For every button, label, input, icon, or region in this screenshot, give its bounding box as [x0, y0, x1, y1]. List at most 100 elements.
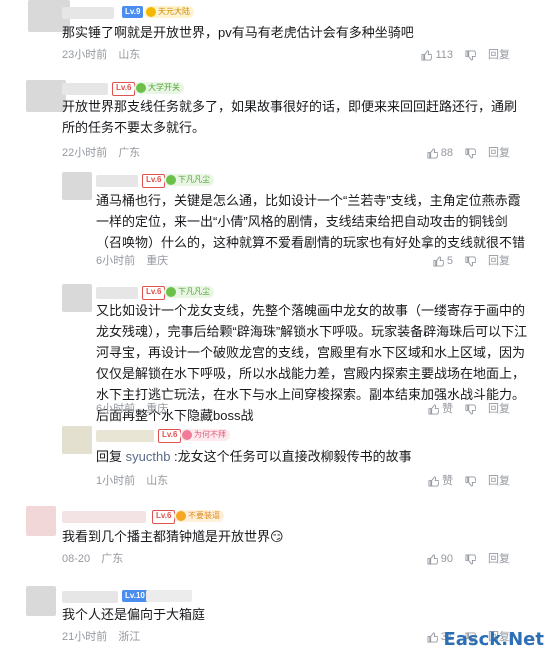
medal-icon [166, 175, 176, 185]
reply-button[interactable]: 回复 [488, 402, 510, 416]
username[interactable] [96, 430, 154, 442]
reply-button[interactable]: 回复 [488, 474, 510, 488]
smirk-emoji-icon: 😏 [270, 529, 284, 544]
thumb-up-icon [427, 147, 438, 159]
thumb-up-icon [433, 255, 444, 267]
thumb-up-icon [427, 631, 438, 643]
username[interactable] [62, 7, 114, 19]
dislike-button[interactable] [465, 146, 476, 160]
level-badge: Lv.6 [112, 82, 136, 96]
username[interactable] [62, 511, 146, 523]
thumb-down-icon [465, 49, 476, 61]
comment-meta: 21小时前 浙江 [62, 630, 148, 644]
like-button[interactable]: 90 [427, 552, 453, 566]
reply-button[interactable]: 回复 [488, 146, 510, 160]
fan-medal: 天元大陆 [144, 6, 194, 18]
comment-actions: 赞 回复 [428, 402, 510, 416]
comment-location: 山东 [118, 49, 141, 61]
fan-medal: 下凡凡尘 [164, 286, 214, 298]
medal-icon [182, 430, 192, 440]
comment-time: 6小时前 [96, 255, 136, 267]
dislike-button[interactable] [465, 48, 476, 62]
comment-1: Lv.9 天元大陆 那实锤了啊就是开放世界，pv有马有老虎估计会有多种坐骑吧 2… [0, 0, 550, 64]
comment-actions: 113 回复 [421, 48, 510, 62]
username[interactable] [96, 175, 138, 187]
comment-text: 回复 syucthb :龙女这个任务可以直接改柳毅传书的故事 [96, 446, 526, 467]
reply-prefix: 回复 [96, 449, 126, 464]
like-button[interactable]: 5 [433, 254, 453, 268]
thumb-down-icon [465, 147, 476, 159]
reply-2: Lv.6 下凡凡尘 又比如设计一个龙女支线，先整个落魄画中龙女的故事（一缕寄存于… [0, 282, 550, 423]
comment-text: 我看到几个播主都猜钟馗是开放世界😏 [62, 529, 284, 544]
username[interactable] [62, 591, 118, 603]
comment-2: Lv.6 大学开关 开放世界那支线任务就多了，如果故事很好的话，即便来来回回赶路… [0, 78, 550, 168]
comment-meta: 6小时前 重庆 [96, 402, 176, 416]
username[interactable] [62, 83, 108, 95]
comment-location: 广东 [118, 147, 141, 159]
reply-to-user-link[interactable]: syucthb [126, 449, 171, 464]
medal-icon [166, 287, 176, 297]
medal-icon [176, 511, 186, 521]
thumb-down-icon [465, 255, 476, 267]
reply-button[interactable]: 回复 [488, 48, 510, 62]
dislike-button[interactable] [465, 552, 476, 566]
fan-medal: 大学开关 [134, 82, 184, 94]
comment-text: 通马桶也行，关键是怎么通，比如设计一个“兰若寺”支线，主角定位燕赤霞一样的定位，… [96, 193, 526, 250]
comment-meta: 23小时前 山东 [62, 48, 148, 62]
comment-time: 21小时前 [62, 631, 108, 643]
reply-button[interactable]: 回复 [488, 552, 510, 566]
reply-button[interactable]: 回复 [488, 254, 510, 268]
level-badge: Lv.10 [122, 590, 148, 602]
thumb-down-icon [465, 475, 476, 487]
like-button[interactable]: 88 [427, 146, 453, 160]
dislike-button[interactable] [465, 254, 476, 268]
medal-icon [136, 83, 146, 93]
comment-actions: 5 回复 [433, 254, 510, 268]
comment-meta: 08-20 广东 [62, 552, 131, 566]
avatar[interactable] [62, 284, 92, 312]
medal-icon [146, 7, 156, 17]
comment-actions: 88 回复 [427, 146, 510, 160]
dislike-button[interactable] [465, 402, 476, 416]
username[interactable] [96, 287, 138, 299]
fan-medal: 为何不拜 [180, 429, 230, 441]
thumb-up-icon [427, 553, 438, 565]
comment-actions: 90 回复 [427, 552, 510, 566]
avatar[interactable] [62, 172, 92, 200]
blurred-medal [146, 590, 192, 602]
dislike-button[interactable] [465, 474, 476, 488]
comment-time: 6小时前 [96, 403, 136, 415]
thumb-up-icon [421, 49, 433, 61]
thumb-down-icon [465, 403, 476, 415]
comment-meta: 22小时前 广东 [62, 146, 148, 160]
comment-location: 重庆 [146, 255, 169, 267]
comment-location: 重庆 [146, 403, 169, 415]
avatar[interactable] [26, 80, 66, 112]
comment-time: 1小时前 [96, 475, 136, 487]
avatar[interactable] [26, 586, 56, 616]
level-badge: Lv.6 [158, 429, 182, 443]
comment-meta: 1小时前 山东 [96, 474, 176, 488]
comment-location: 山东 [146, 475, 169, 487]
like-button[interactable]: 赞 [428, 474, 453, 488]
site-watermark: Easck.Net [443, 629, 544, 650]
like-button[interactable]: 赞 [428, 402, 453, 416]
comment-actions: 赞 回复 [428, 474, 510, 488]
comment-text: 那实锤了啊就是开放世界，pv有马有老虎估计会有多种坐骑吧 [62, 25, 414, 40]
avatar[interactable] [26, 506, 56, 536]
level-badge: Lv.9 [122, 6, 144, 18]
thumb-down-icon [465, 553, 476, 565]
level-badge: Lv.6 [142, 286, 166, 300]
comment-location: 广东 [101, 553, 124, 565]
reply-1: Lv.6 下凡凡尘 通马桶也行，关键是怎么通，比如设计一个“兰若寺”支线，主角定… [0, 170, 550, 270]
comment-location: 浙江 [118, 631, 141, 643]
comment-time: 23小时前 [62, 49, 108, 61]
reply-3: Lv.6 为何不拜 回复 syucthb :龙女这个任务可以直接改柳毅传书的故事… [0, 424, 550, 494]
like-button[interactable]: 113 [421, 48, 453, 62]
avatar[interactable] [62, 426, 92, 454]
level-badge: Lv.6 [152, 510, 176, 524]
comment-time: 22小时前 [62, 147, 108, 159]
thumb-up-icon [428, 475, 439, 487]
thumb-up-icon [428, 403, 439, 415]
comment-meta: 6小时前 重庆 [96, 254, 176, 268]
